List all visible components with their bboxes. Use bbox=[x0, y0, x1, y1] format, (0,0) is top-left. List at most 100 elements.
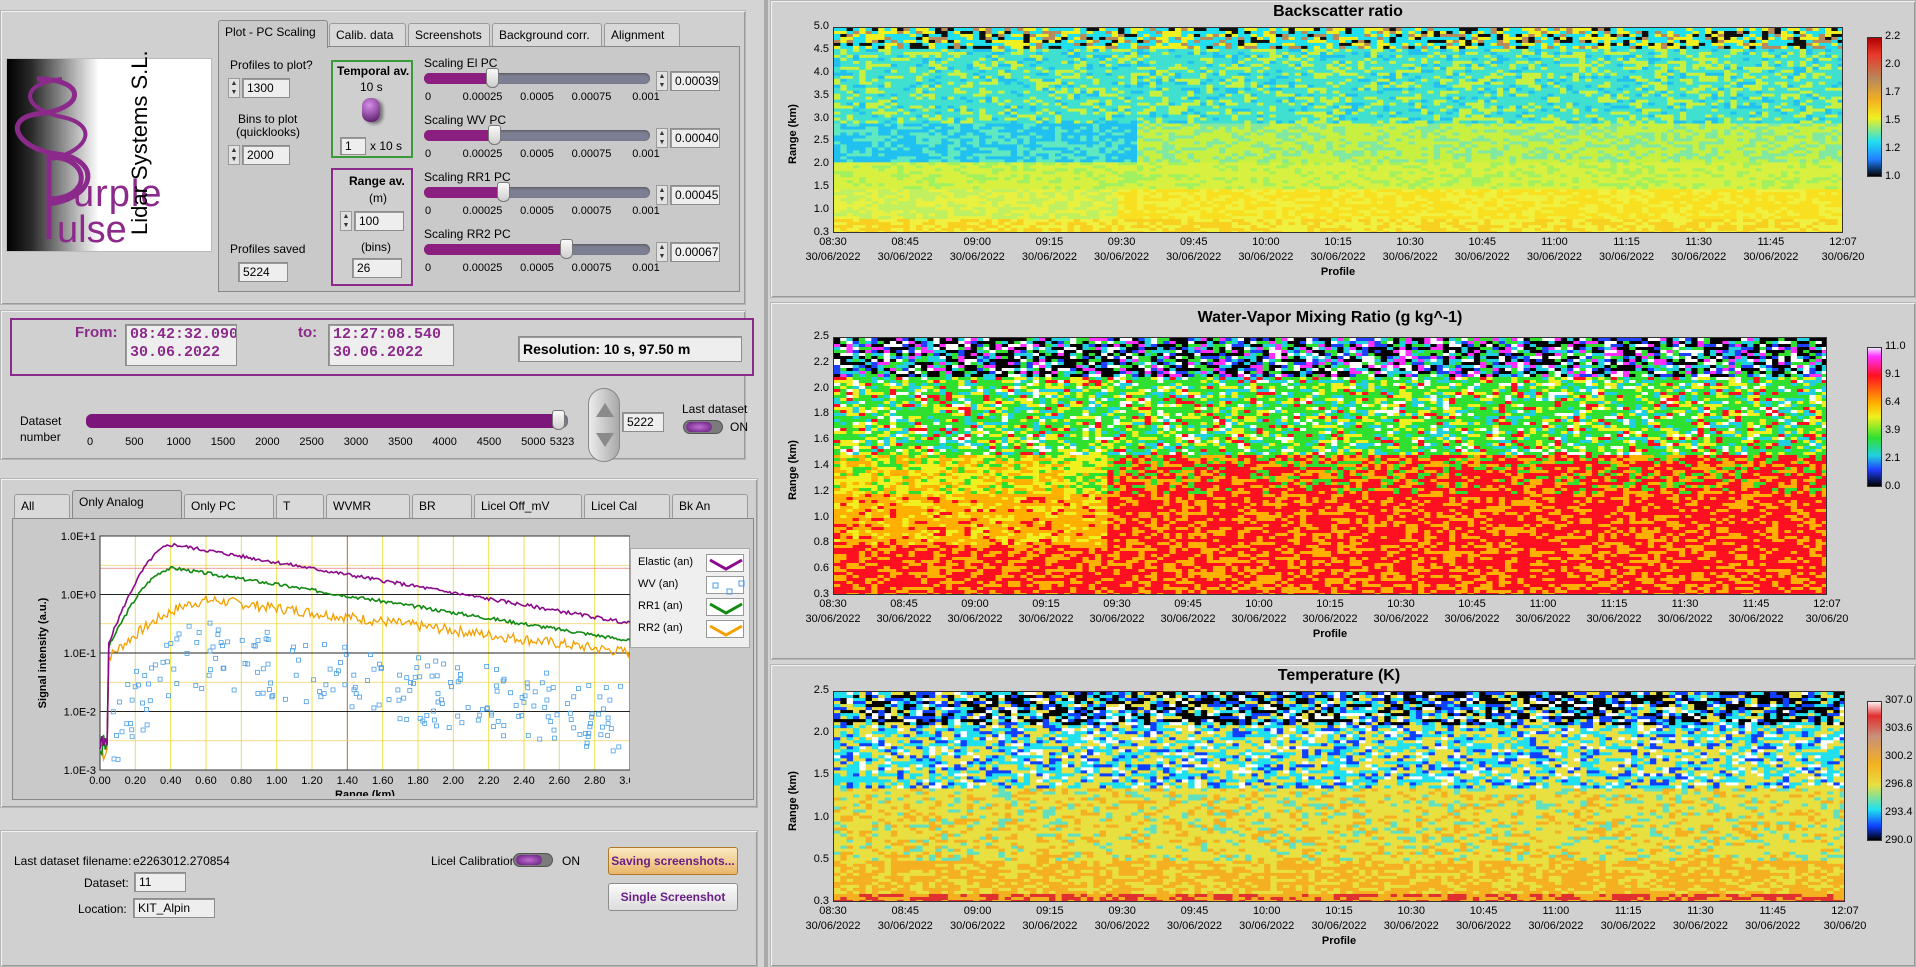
range-input-m[interactable]: 100 bbox=[354, 211, 404, 231]
x-tick-label: 09:45 bbox=[1176, 236, 1212, 248]
scaling-spinner[interactable]: ▲ ▼ bbox=[656, 185, 668, 205]
x-tick-date: 30/06/2022 bbox=[1018, 920, 1082, 932]
scaling-slider-thumb[interactable] bbox=[488, 125, 502, 145]
x-tick-date: 30/06/2022 bbox=[1306, 251, 1370, 263]
y-tick-label: 2.0 bbox=[805, 382, 829, 394]
scaling-slider[interactable] bbox=[424, 182, 650, 202]
colorbar-tick: 9.1 bbox=[1885, 368, 1900, 380]
to-time: 12:27:08.540 bbox=[333, 326, 449, 344]
x-tick-date: 30/06/2022 bbox=[1596, 920, 1660, 932]
heatmap-svg bbox=[834, 28, 1842, 232]
y-tick-label: 1.0E+0 bbox=[61, 590, 96, 602]
signal-tab-licel-cal[interactable]: Licel Cal bbox=[584, 494, 670, 518]
stepper-down-icon[interactable] bbox=[596, 433, 614, 447]
from-label: From: bbox=[75, 324, 118, 341]
temporal-input[interactable]: 1 bbox=[340, 137, 366, 155]
signal-tab-br[interactable]: BR bbox=[412, 494, 472, 518]
dataset-stepper[interactable] bbox=[588, 388, 620, 462]
scaling-spinner[interactable]: ▲ ▼ bbox=[656, 71, 668, 91]
legend-swatch bbox=[706, 620, 744, 638]
scaling-ticks: 0 0.00025 0.0005 0.00075 0.001 bbox=[425, 262, 660, 276]
scaling-tick: 0 bbox=[425, 262, 431, 274]
x-tick-date: 30/06/2022 bbox=[1307, 920, 1371, 932]
signal-tab-licel-off-mv[interactable]: Licel Off_mV bbox=[474, 494, 582, 518]
x-tick-label: 1.00 bbox=[266, 775, 287, 787]
licel-toggle[interactable] bbox=[513, 853, 553, 867]
legend-label: Elastic (an) bbox=[638, 556, 693, 568]
y-tick-label: 1.5 bbox=[805, 768, 829, 780]
scaling-tick: 0.00075 bbox=[572, 205, 612, 217]
signal-tab-t[interactable]: T bbox=[276, 494, 324, 518]
range-spinner[interactable]: ▲ ▼ bbox=[340, 211, 352, 231]
scaling-slider-thumb[interactable] bbox=[560, 239, 574, 259]
tab-screenshots[interactable]: Screenshots bbox=[408, 23, 490, 47]
scaling-tick: 0.0005 bbox=[520, 262, 554, 274]
tab-background-corr[interactable]: Background corr. bbox=[492, 23, 602, 47]
x-tick-label: 0.00 bbox=[89, 775, 110, 787]
scaling-spinner[interactable]: ▲ ▼ bbox=[656, 242, 668, 262]
x-tick-date: 30/06/2022 bbox=[1379, 920, 1443, 932]
saving-screenshots-button[interactable]: Saving screenshots... bbox=[608, 847, 738, 875]
colorbar-tick: 3.9 bbox=[1885, 424, 1900, 436]
signal-tab-bk-an[interactable]: Bk An bbox=[672, 494, 748, 518]
x-tick-date: 30/06/2022 bbox=[1085, 613, 1149, 625]
colorbar-tick: 303.6 bbox=[1885, 722, 1913, 734]
dataset-tick: 3000 bbox=[344, 436, 368, 448]
x-tick-date: 30/06/2022 bbox=[1162, 920, 1226, 932]
profiles-spinner[interactable]: ▲ ▼ bbox=[228, 78, 240, 98]
tab-alignment[interactable]: Alignment bbox=[604, 23, 680, 47]
scaling-slider-thumb[interactable] bbox=[497, 182, 511, 202]
scaling-value[interactable]: 0.000400 bbox=[670, 128, 720, 148]
scaling-slider-fill bbox=[424, 73, 492, 84]
tab-plot-pc-scaling[interactable]: Plot - PC Scaling bbox=[218, 20, 328, 48]
scaling-value[interactable]: 0.000394 bbox=[670, 71, 720, 91]
x-tick-label: 11:15 bbox=[1596, 598, 1632, 610]
dataset-slider-thumb[interactable] bbox=[552, 410, 566, 430]
stepper-up-icon[interactable] bbox=[596, 403, 614, 417]
scaling-slider[interactable] bbox=[424, 68, 650, 88]
bins-spinner[interactable]: ▲ ▼ bbox=[228, 145, 240, 165]
profiles-input[interactable]: 1300 bbox=[242, 78, 290, 98]
signal-tab-wvmr[interactable]: WVMR bbox=[326, 494, 410, 518]
scaling-slider[interactable] bbox=[424, 125, 650, 145]
tab-calib-data[interactable]: Calib. data bbox=[329, 23, 406, 47]
y-tick-label: 1.0E+1 bbox=[61, 531, 96, 543]
colorbar-tick: 6.4 bbox=[1885, 396, 1900, 408]
colorbar-tick: 293.4 bbox=[1885, 806, 1913, 818]
dataset-input[interactable]: 5222 bbox=[622, 412, 664, 432]
colorbar bbox=[1867, 347, 1882, 487]
x-tick-date: 30/06/2022 bbox=[945, 251, 1009, 263]
quicklook-panel: Temperature (K) 2.5 2.0 1.5 1.0 0.5 0.3 Range (… bbox=[770, 664, 1916, 967]
x-tick-label: 08:45 bbox=[887, 905, 923, 917]
signal-tab-all[interactable]: All bbox=[14, 494, 70, 518]
signal-tab-only-pc[interactable]: Only PC bbox=[184, 494, 274, 518]
x-tick-label: 09:00 bbox=[959, 236, 995, 248]
x-tick-label: 2.60 bbox=[549, 775, 570, 787]
signal-tab-only-analog[interactable]: Only Analog bbox=[72, 490, 182, 518]
y-tick-label: 1.2 bbox=[805, 485, 829, 497]
dataset-slider[interactable] bbox=[86, 410, 568, 430]
y-tick-label: 1.0E-2 bbox=[64, 707, 96, 719]
scaling-slider-thumb[interactable] bbox=[485, 68, 499, 88]
scaling-slider[interactable] bbox=[424, 239, 650, 259]
x-tick-date: 30/06/20 bbox=[1813, 920, 1877, 932]
x-tick-label: 09:45 bbox=[1170, 598, 1206, 610]
x-tick-label: 09:15 bbox=[1031, 236, 1067, 248]
single-screenshot-button[interactable]: Single Screenshot bbox=[608, 883, 738, 911]
temporal-knob-icon[interactable] bbox=[362, 98, 380, 122]
x-tick-label: 08:45 bbox=[887, 236, 923, 248]
dataset-slider-ticks: 0 500 1000 1500 2000 2500 3000 3500 4000 4500 5000… bbox=[87, 436, 574, 450]
x-tick-date: 30/06/2022 bbox=[801, 251, 865, 263]
y-tick-label: 2.2 bbox=[805, 356, 829, 368]
scaling-spinner[interactable]: ▲ ▼ bbox=[656, 128, 668, 148]
scaling-value[interactable]: 0.000677 bbox=[670, 242, 720, 262]
bins-input[interactable]: 2000 bbox=[242, 145, 290, 165]
x-tick-date: 30/06/2022 bbox=[1156, 613, 1220, 625]
range-av-bins: (bins) bbox=[361, 240, 391, 254]
scaling-value[interactable]: 0.00045 bbox=[670, 185, 720, 205]
last-dataset-label: Last dataset bbox=[682, 402, 747, 416]
scaling-tick: 0 bbox=[425, 205, 431, 217]
x-tick-label: 10:45 bbox=[1464, 236, 1500, 248]
last-dataset-toggle[interactable] bbox=[683, 420, 723, 434]
x-tick-label: 10:15 bbox=[1320, 236, 1356, 248]
